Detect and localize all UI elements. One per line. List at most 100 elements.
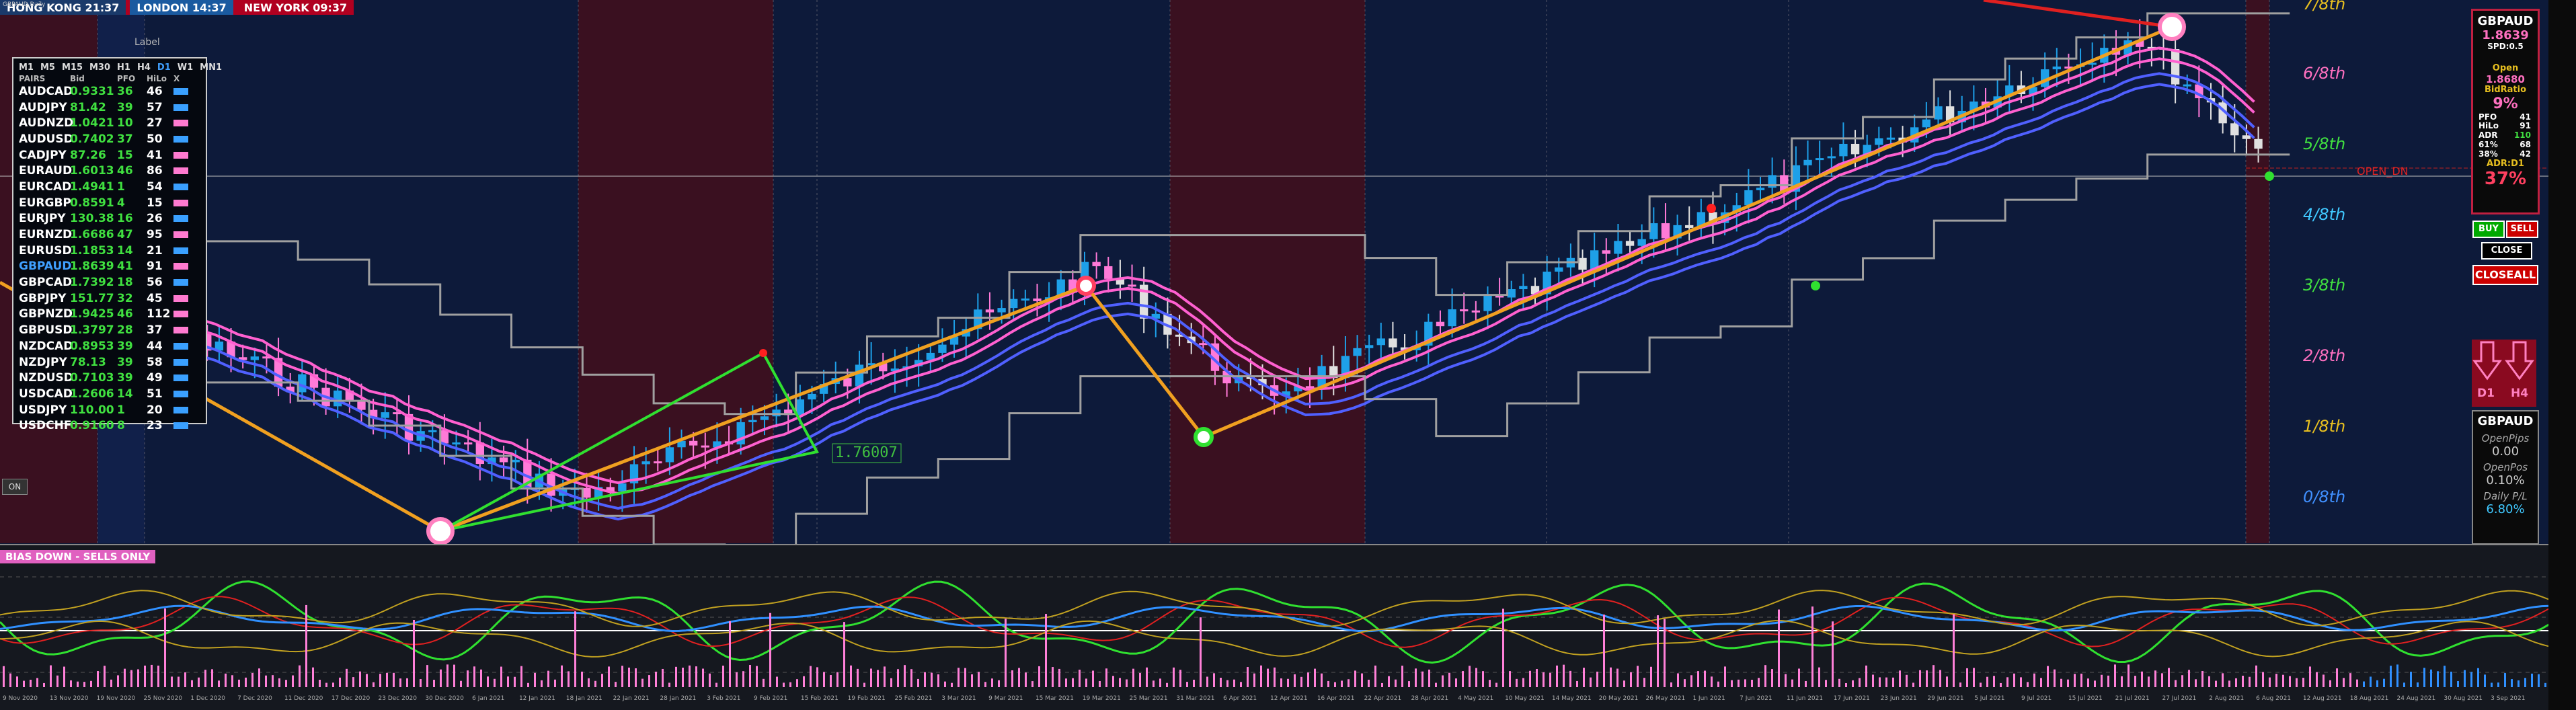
timeframe-m1[interactable]: M1	[19, 63, 34, 73]
volume-bar	[1226, 680, 1228, 687]
timeframe-mn1[interactable]: MN1	[200, 63, 222, 73]
pair-hilo: 20	[147, 403, 163, 417]
candle-body	[1756, 188, 1765, 190]
pair-hilo: 45	[147, 291, 163, 305]
pair-row-eurcad[interactable]: EURCAD 1.4941 1 54	[13, 179, 206, 195]
pair-row-cadjpy[interactable]: CADJPY 87.26 15 41	[13, 147, 206, 163]
chart-canvas[interactable]: 1.76007	[0, 0, 2548, 690]
candle-body	[926, 352, 935, 360]
volume-bar	[2457, 680, 2459, 687]
volume-bar	[339, 677, 341, 687]
volume-bar	[1166, 682, 1168, 687]
buy-button[interactable]: BUY	[2472, 221, 2505, 238]
symbol-info-panel: GBPAUD 1.8639 SPD:0.5 Open 1.8680 BidRat…	[2471, 9, 2540, 214]
info-stat-key: 61%	[2479, 139, 2498, 149]
pair-row-euraud[interactable]: EURAUD 1.6013 46 86	[13, 163, 206, 179]
pair-row-nzdusd[interactable]: NZDUSD 0.7103 39 49	[13, 370, 206, 386]
volume-bar	[1953, 614, 1955, 687]
close-button[interactable]: CLOSE	[2481, 242, 2532, 260]
time-label: 25 Nov 2020	[143, 695, 183, 702]
volume-bar	[1697, 671, 1699, 687]
volume-bar	[1469, 666, 1471, 687]
pair-row-audjpy[interactable]: AUDJPY 81.42 39 57	[13, 100, 206, 116]
pair-name: EURUSD	[19, 243, 72, 258]
on-toggle-button[interactable]: ON	[2, 479, 28, 495]
info-stat-value: 41	[2520, 112, 2531, 122]
volume-bar	[2262, 672, 2264, 687]
time-label: 25 Mar 2021	[1129, 695, 1168, 702]
pair-row-nzdcad[interactable]: NZDCAD 0.8953 39 44	[13, 338, 206, 354]
volume-bar	[2531, 673, 2533, 687]
pair-bias-swatch	[173, 390, 188, 397]
candle-body	[701, 445, 709, 448]
volume-bar	[2269, 677, 2271, 687]
timeframe-m15[interactable]: M15	[62, 63, 83, 73]
pair-bid: 151.77	[70, 291, 114, 305]
pair-row-usdcad[interactable]: USDCAD 1.2606 14 51	[13, 386, 206, 402]
volume-bar	[399, 678, 401, 687]
pair-row-eurjpy[interactable]: EURJPY 130.38 16 26	[13, 211, 206, 227]
volume-bar	[2027, 682, 2029, 687]
time-label: 25 Feb 2021	[894, 695, 933, 702]
volume-bar	[1764, 665, 1766, 687]
volume-bar	[1132, 668, 1134, 687]
volume-bar	[2390, 666, 2392, 687]
pair-row-eurnzd[interactable]: EURNZD 1.6686 47 95	[13, 227, 206, 243]
time-label: 19 Nov 2020	[96, 695, 136, 702]
info-stat-key: PFO	[2479, 112, 2497, 122]
volume-bar	[2524, 678, 2526, 687]
pair-bias-swatch	[173, 120, 188, 127]
volume-bar	[2323, 674, 2325, 687]
pair-row-audcad[interactable]: AUDCAD 0.9331 36 46	[13, 83, 206, 100]
volume-bar	[325, 682, 327, 687]
volume-bar	[1785, 674, 1787, 687]
pair-row-gbpnzd[interactable]: GBPNZD 1.9425 46 112	[13, 307, 206, 323]
volume-bar	[2410, 672, 2412, 687]
volume-bar	[359, 671, 361, 687]
volume-bar	[1852, 680, 1854, 687]
pair-bid: 110.00	[70, 403, 114, 417]
pair-row-nzdjpy[interactable]: NZDJPY 78.13 39 58	[13, 354, 206, 370]
pair-row-eurusd[interactable]: EURUSD 1.1853 14 21	[13, 243, 206, 259]
close-all-button[interactable]: CLOSEALL	[2472, 265, 2538, 285]
pair-row-gbpcad[interactable]: GBPCAD 1.7392 18 56	[13, 274, 206, 290]
sell-button[interactable]: SELL	[2506, 221, 2538, 238]
pair-row-gbpaud[interactable]: GBPAUD 1.8639 41 91	[13, 259, 206, 275]
volume-bar	[1529, 670, 1531, 687]
volume-bar	[305, 604, 307, 687]
pair-bid: 1.6013	[70, 164, 114, 178]
pair-pfo: 46	[117, 307, 133, 321]
pair-row-audusd[interactable]: AUDUSD 0.7402 37 50	[13, 131, 206, 147]
volume-bar	[1159, 678, 1161, 687]
time-label: 2 Aug 2021	[2209, 695, 2245, 702]
timeframe-m30[interactable]: M30	[89, 63, 110, 73]
timeframe-w1[interactable]: W1	[178, 63, 193, 73]
volume-bar	[749, 665, 751, 687]
timeframe-d1[interactable]: D1	[157, 63, 171, 73]
session-band	[1170, 0, 1365, 543]
volume-bar	[2208, 676, 2210, 687]
pair-row-eurgbp[interactable]: EURGBP 0.8591 4 15	[13, 195, 206, 211]
pair-row-audnzd[interactable]: AUDNZD 1.0421 10 27	[13, 115, 206, 131]
pair-hilo: 41	[147, 148, 163, 162]
account-stats-panel: GBPAUD OpenPips 0.00 OpenPos 0.10% Daily…	[2472, 410, 2539, 545]
info-open-value: 1.8680	[2486, 73, 2525, 86]
timeframe-h4[interactable]: H4	[137, 63, 151, 73]
volume-bar	[2289, 676, 2291, 687]
volume-bar	[1079, 670, 1081, 687]
timeframe-h1[interactable]: H1	[117, 63, 130, 73]
candle-body	[2242, 135, 2251, 139]
open-dn-label: OPEN_DN	[2357, 165, 2409, 178]
price-chart[interactable]: 1.76007 HONG KONG 21:37 LONDON 14:37 NEW…	[0, 0, 2548, 690]
pair-row-usdchf[interactable]: USDCHF 0.9160 8 23	[13, 418, 206, 434]
timeframe-m5[interactable]: M5	[40, 63, 55, 73]
volume-bar	[991, 678, 993, 687]
volume-bar	[547, 670, 549, 687]
candle-body	[499, 457, 508, 463]
pair-row-usdjpy[interactable]: USDJPY 110.00 1 20	[13, 402, 206, 418]
candle-body	[1033, 298, 1042, 301]
pair-row-gbpusd[interactable]: GBPUSD 1.3797 28 37	[13, 322, 206, 338]
pair-row-gbpjpy[interactable]: GBPJPY 151.77 32 45	[13, 290, 206, 307]
volume-bar	[635, 668, 637, 687]
volume-bar	[2134, 676, 2136, 687]
